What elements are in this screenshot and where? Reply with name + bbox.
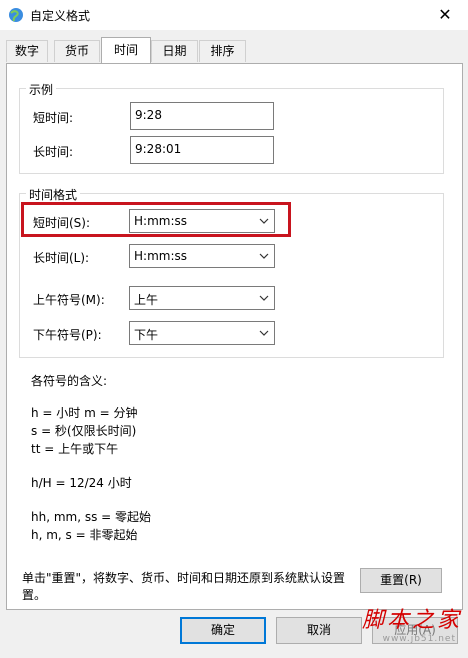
close-icon: ✕ [438, 5, 452, 24]
symbols-heading: 各符号的含义: [31, 374, 108, 388]
pm-symbol-combobox[interactable]: 下午 [129, 321, 275, 345]
chevron-down-icon [259, 295, 269, 301]
globe-icon [9, 8, 23, 22]
example-legend: 示例 [26, 81, 57, 98]
time-format-legend: 时间格式 [26, 186, 81, 203]
reset-button[interactable]: 重置(R) [360, 568, 442, 593]
symbol-line: h, m, s = 非零起始 [31, 528, 138, 542]
am-symbol-value: 上午 [134, 293, 159, 307]
example-short-field: 9:28 [130, 102, 274, 130]
symbol-line: h/H = 12/24 小时 [31, 476, 132, 490]
watermark-url: www.jb51.net [382, 634, 456, 644]
am-symbol-combobox[interactable]: 上午 [129, 286, 275, 310]
close-button[interactable]: ✕ [422, 0, 468, 30]
highlight-box [21, 202, 291, 237]
example-short-label: 短时间: [33, 111, 74, 125]
long-time-label: 长时间(L): [33, 251, 90, 265]
symbol-line: s = 秒(仅限长时间) [31, 424, 137, 438]
tab-currency[interactable]: 货币 [54, 40, 100, 62]
cancel-button[interactable]: 取消 [276, 617, 362, 644]
symbol-line: tt = 上午或下午 [31, 442, 119, 456]
example-long-label: 长时间: [33, 145, 74, 159]
symbol-line: h = 小时 m = 分钟 [31, 406, 138, 420]
example-long-field: 9:28:01 [130, 136, 274, 164]
chevron-down-icon [259, 253, 269, 259]
am-symbol-label: 上午符号(M): [33, 293, 105, 307]
symbol-line: hh, mm, ss = 零起始 [31, 510, 152, 524]
reset-description-tail: 置。 [22, 588, 47, 602]
watermark-logo: 脚本之家 [361, 608, 462, 633]
long-time-value: H:mm:ss [134, 249, 187, 263]
title-bar: 自定义格式 ✕ [0, 0, 468, 30]
pm-symbol-label: 下午符号(P): [33, 328, 102, 342]
tab-number[interactable]: 数字 [6, 40, 48, 62]
chevron-down-icon [259, 330, 269, 336]
long-time-combobox[interactable]: H:mm:ss [129, 244, 275, 268]
reset-description: 单击"重置"，将数字、货币、时间和日期还原到系统默认设置 [22, 571, 346, 585]
window-title: 自定义格式 [30, 9, 91, 23]
pm-symbol-value: 下午 [134, 328, 159, 342]
ok-button[interactable]: 确定 [180, 617, 266, 644]
tab-time[interactable]: 时间 [101, 37, 151, 63]
tab-date[interactable]: 日期 [151, 40, 198, 62]
tab-sort[interactable]: 排序 [199, 40, 246, 62]
